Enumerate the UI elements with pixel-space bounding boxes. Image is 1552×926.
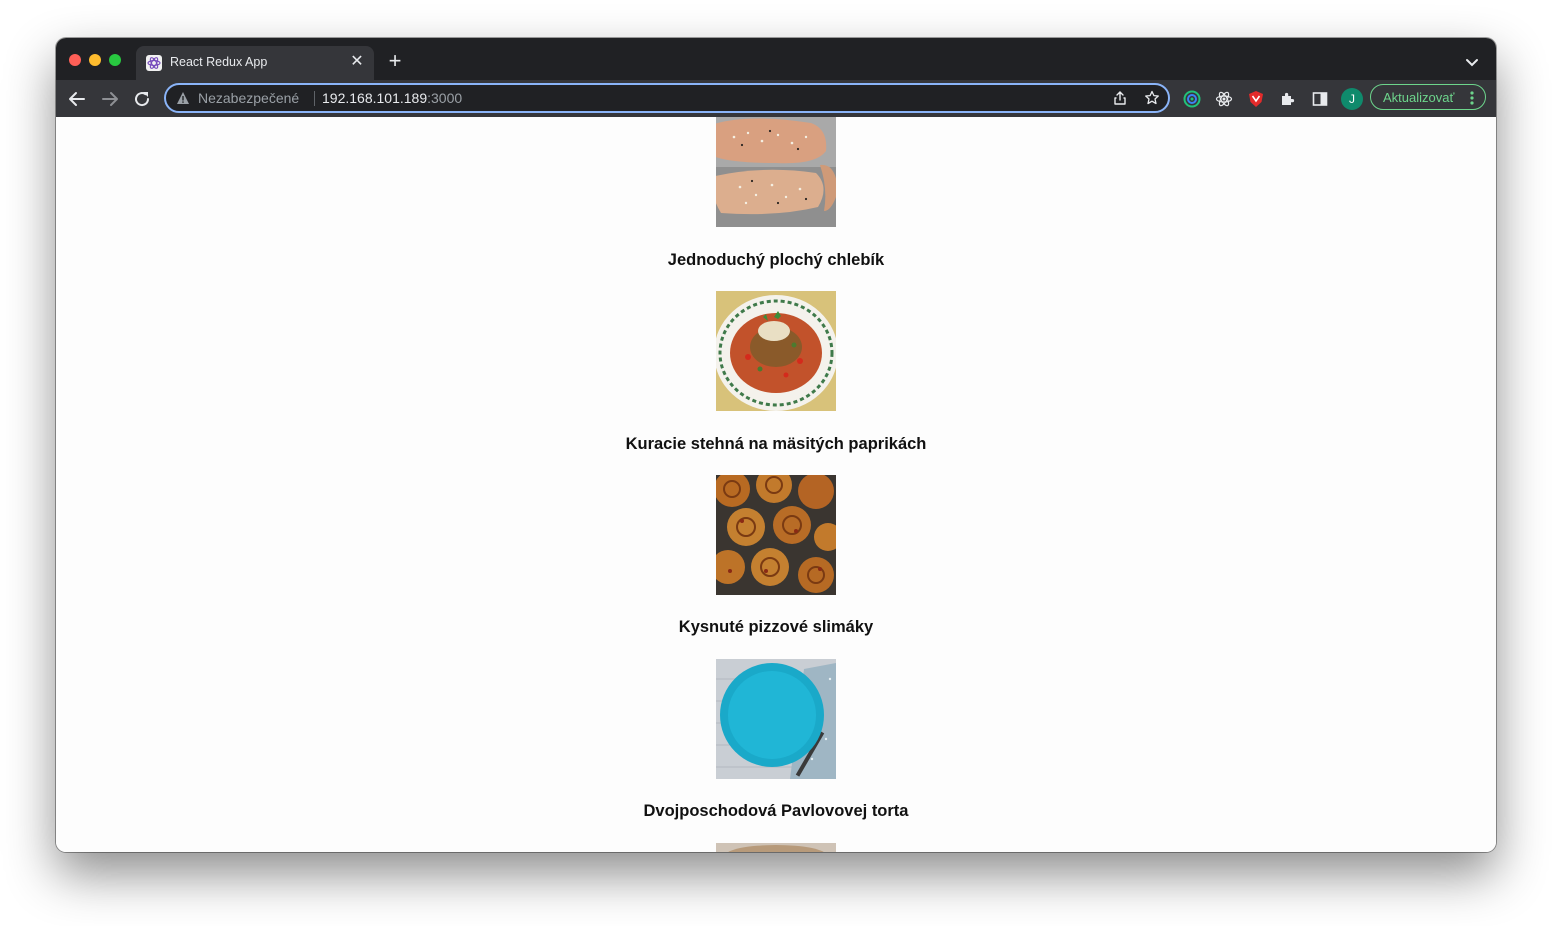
- profile-avatar[interactable]: J: [1341, 88, 1363, 110]
- green-ring-extension-icon[interactable]: [1183, 90, 1201, 108]
- back-arrow-icon[interactable]: [65, 87, 89, 111]
- warning-triangle-icon[interactable]: [176, 91, 190, 105]
- browser-toolbar: Nezabezpečené 192.168.101.189:3000 J Akt…: [56, 80, 1496, 117]
- address-separator: [314, 91, 315, 106]
- recipe-title[interactable]: Kysnuté pizzové slimáky: [56, 618, 1496, 637]
- url-port: :3000: [427, 90, 463, 106]
- tab-search-chevron-icon[interactable]: [1462, 52, 1482, 72]
- url-text[interactable]: 192.168.101.189:3000: [322, 90, 462, 106]
- new-tab-plus-icon[interactable]: +: [384, 50, 406, 73]
- kebab-menu-icon[interactable]: [1469, 90, 1475, 106]
- address-bar[interactable]: Nezabezpečené 192.168.101.189:3000: [164, 83, 1170, 113]
- tab-strip: React Redux App ✕ +: [56, 38, 1496, 80]
- react-favicon-icon: [146, 55, 162, 71]
- recipe-title[interactable]: Jednoduchý plochý chlebík: [56, 251, 1496, 270]
- recipe-image-partial[interactable]: [716, 843, 836, 852]
- browser-window: React Redux App ✕ + Nezabezpečené 192.16…: [56, 38, 1496, 852]
- side-panel-icon[interactable]: [1311, 90, 1329, 108]
- security-label[interactable]: Nezabezpečené: [198, 90, 299, 106]
- recipe-image-flatbread[interactable]: [711, 117, 838, 227]
- recipe-title[interactable]: Kuracie stehná na mäsitých paprikách: [56, 435, 1496, 454]
- browser-tab[interactable]: React Redux App ✕: [136, 46, 374, 80]
- update-button-label: Aktualizovať: [1383, 90, 1455, 105]
- bookmark-star-icon[interactable]: [1144, 90, 1160, 106]
- page-content: Jednoduchý plochý chlebík Kuracie stehná…: [56, 117, 1496, 852]
- reload-icon[interactable]: [130, 87, 154, 111]
- recipe-image-blue-plate[interactable]: [716, 659, 836, 779]
- maximize-window-button[interactable]: [109, 54, 121, 66]
- share-icon[interactable]: [1112, 90, 1128, 106]
- minimize-window-button[interactable]: [89, 54, 101, 66]
- recipe-image-chicken-stew[interactable]: [714, 291, 838, 411]
- recipe-image-pizza-rolls[interactable]: [711, 467, 842, 595]
- recipe-title[interactable]: Dvojposchodová Pavlovovej torta: [56, 802, 1496, 821]
- extensions-puzzle-icon[interactable]: [1279, 90, 1297, 108]
- update-button[interactable]: Aktualizovať: [1370, 84, 1486, 110]
- forward-arrow-icon[interactable]: [98, 87, 122, 111]
- tab-close-icon[interactable]: ✕: [348, 53, 366, 71]
- red-shield-extension-icon[interactable]: [1247, 90, 1265, 108]
- react-devtools-icon[interactable]: [1215, 90, 1233, 108]
- url-host: 192.168.101.189: [322, 90, 428, 106]
- close-window-button[interactable]: [69, 54, 81, 66]
- tab-title: React Redux App: [170, 55, 268, 69]
